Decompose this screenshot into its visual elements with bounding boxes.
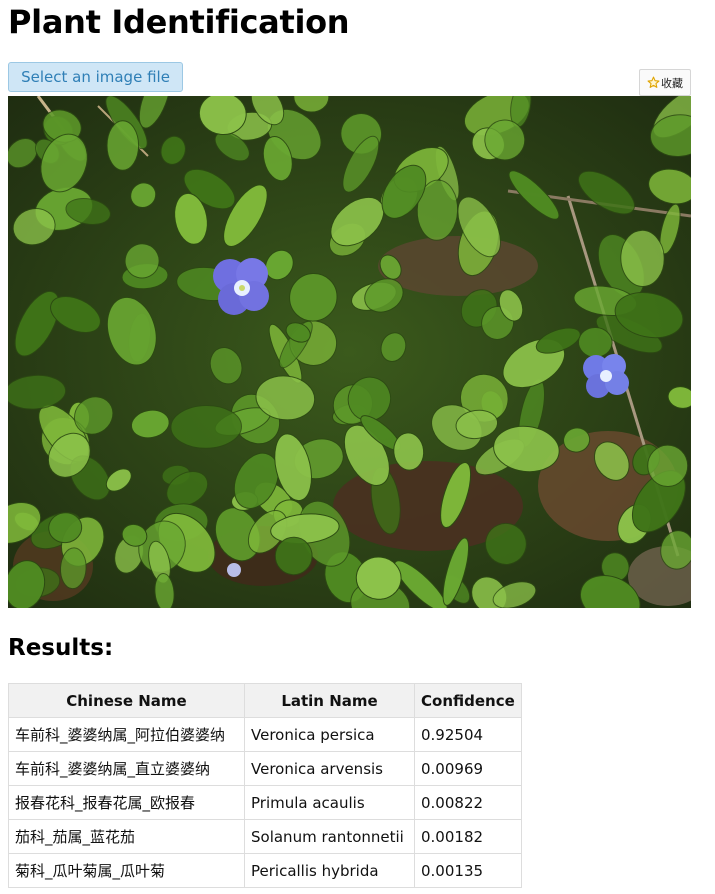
table-row: 车前科_婆婆纳属_直立婆婆纳 Veronica arvensis 0.00969	[8, 751, 522, 786]
select-image-file-button[interactable]: Select an image file	[8, 62, 183, 92]
confidence-cell: 0.00182	[414, 819, 522, 854]
confidence-cell: 0.00822	[414, 785, 522, 820]
star-icon	[647, 76, 660, 89]
blue-flower-2	[583, 354, 629, 398]
blue-flower-1	[213, 258, 269, 315]
table-row: 菊科_瓜叶菊属_瓜叶菊 Pericallis hybrida 0.00135	[8, 853, 522, 888]
results-table: Chinese Name Latin Name Confidence 车前科_婆…	[8, 683, 522, 888]
chinese-name-cell: 车前科_婆婆纳属_直立婆婆纳	[8, 751, 245, 786]
plant-photo-image	[8, 96, 691, 608]
table-row: 茄科_茄属_蓝花茄 Solanum rantonnetii 0.00182	[8, 819, 522, 854]
column-header-chinese-name: Chinese Name	[8, 683, 245, 718]
leaf-shape	[106, 120, 140, 171]
plant-identification-page: Plant Identification Select an image fil…	[0, 0, 715, 894]
leaf-shape	[170, 404, 242, 449]
confidence-cell: 0.00135	[414, 853, 522, 888]
latin-name-cell: Primula acaulis	[244, 785, 415, 820]
favorite-button[interactable]: 收藏	[639, 69, 691, 96]
table-header-row: Chinese Name Latin Name Confidence	[8, 683, 522, 718]
latin-name-cell: Pericallis hybrida	[244, 853, 415, 888]
chinese-name-cell: 报春花科_报春花属_欧报春	[8, 785, 245, 820]
latin-name-cell: Solanum rantonnetii	[244, 819, 415, 854]
small-flower-bud	[227, 563, 241, 577]
uploaded-plant-photo	[8, 96, 691, 608]
page-title: Plant Identification	[8, 3, 350, 41]
chinese-name-cell: 菊科_瓜叶菊属_瓜叶菊	[8, 853, 245, 888]
favorite-label: 收藏	[661, 76, 683, 90]
table-row: 车前科_婆婆纳属_阿拉伯婆婆纳 Veronica persica 0.92504	[8, 717, 522, 752]
leaf-shape	[647, 444, 689, 487]
table-row: 报春花科_报春花属_欧报春 Primula acaulis 0.00822	[8, 785, 522, 820]
latin-name-cell: Veronica arvensis	[244, 751, 415, 786]
results-heading: Results:	[8, 635, 114, 661]
chinese-name-cell: 茄科_茄属_蓝花茄	[8, 819, 245, 854]
confidence-cell: 0.00969	[414, 751, 522, 786]
leaf-shape	[274, 536, 313, 576]
confidence-cell: 0.92504	[414, 717, 522, 752]
chinese-name-cell: 车前科_婆婆纳属_阿拉伯婆婆纳	[8, 717, 245, 752]
latin-name-cell: Veronica persica	[244, 717, 415, 752]
column-header-latin-name: Latin Name	[244, 683, 415, 718]
column-header-confidence: Confidence	[414, 683, 522, 718]
